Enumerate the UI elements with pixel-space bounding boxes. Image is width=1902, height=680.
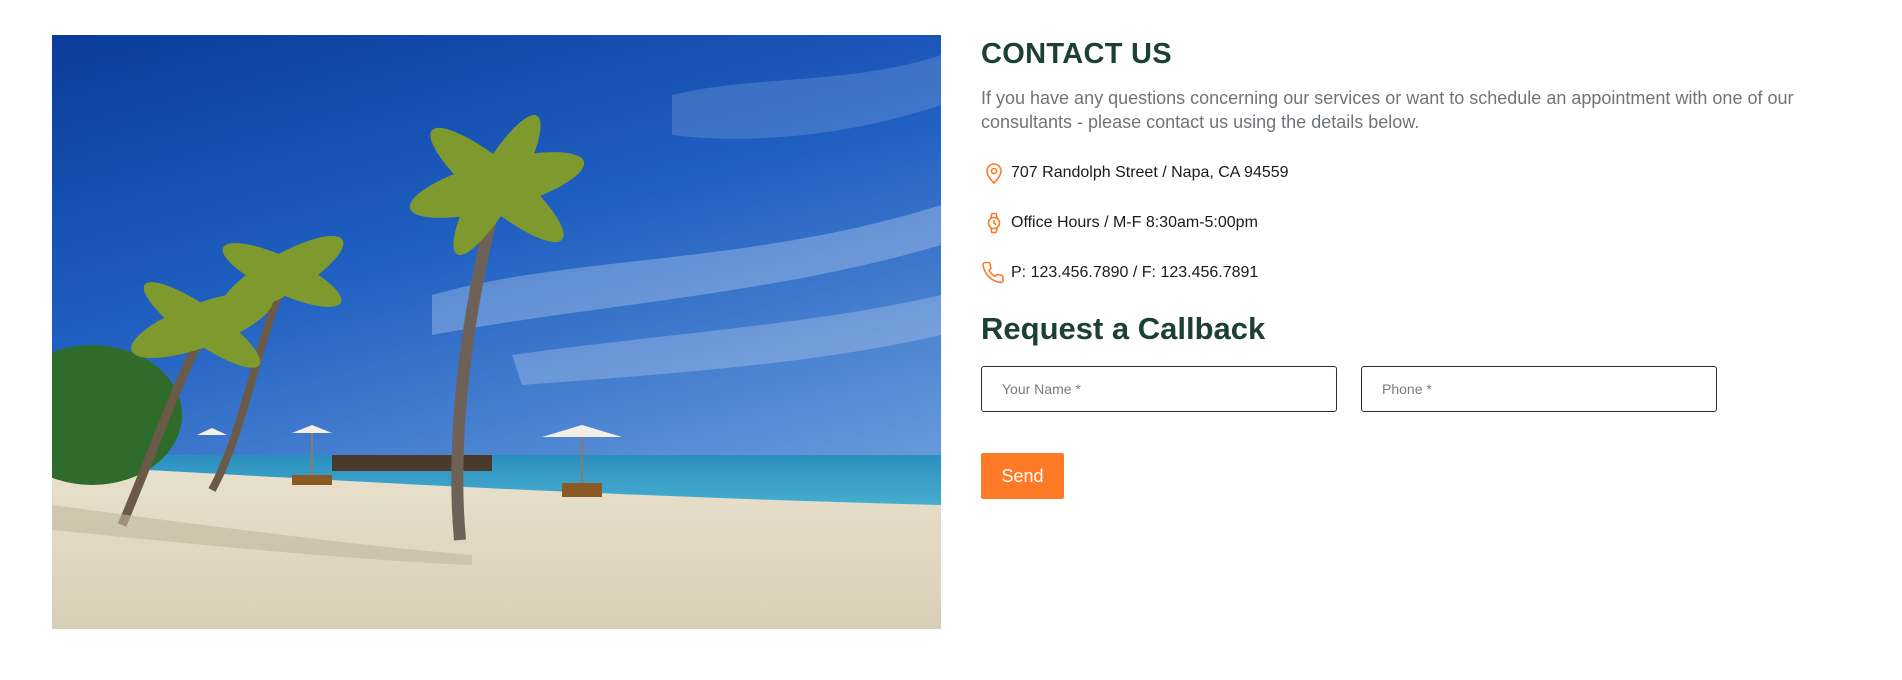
contact-intro: If you have any questions concerning our… — [981, 88, 1794, 132]
contact-section: CONTACT US If you have any questions con… — [981, 36, 1861, 499]
phone-input[interactable] — [1361, 366, 1717, 412]
hours-row: Office Hours / M-F 8:30am-5:00pm — [981, 210, 1861, 236]
phone-row: P: 123.456.7890 / F: 123.456.7891 — [981, 260, 1861, 286]
address-text: 707 Randolph Street / Napa, CA 94559 — [1011, 164, 1289, 181]
callback-title: Request a Callback — [981, 311, 1266, 346]
hours-text: Office Hours / M-F 8:30am-5:00pm — [1011, 214, 1258, 231]
beach-photo — [52, 35, 941, 629]
callback-form: Send — [981, 366, 1861, 499]
callback-fields — [981, 366, 1861, 412]
phone-text: P: 123.456.7890 / F: 123.456.7891 — [1011, 264, 1259, 281]
phone-icon — [981, 260, 1007, 286]
location-pin-icon — [981, 160, 1007, 186]
address-row: 707 Randolph Street / Napa, CA 94559 — [981, 160, 1861, 186]
watch-icon — [981, 210, 1007, 236]
send-button[interactable]: Send — [981, 453, 1064, 499]
name-input[interactable] — [981, 366, 1337, 412]
contact-title: CONTACT US — [981, 38, 1172, 70]
contact-info-list: 707 Randolph Street / Napa, CA 94559 Off… — [981, 160, 1861, 286]
